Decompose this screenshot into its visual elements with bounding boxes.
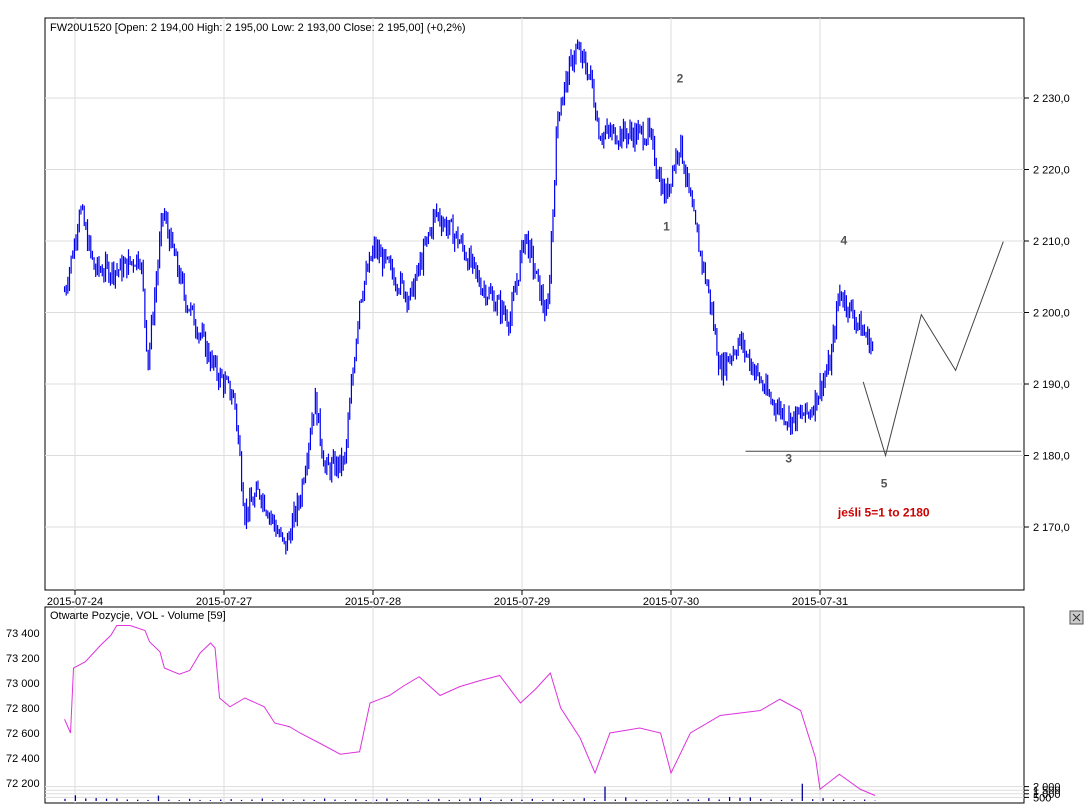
wave-label: 4 xyxy=(840,234,847,248)
y-tick-label: 2 220,0 xyxy=(1033,165,1070,177)
oi-tick-label: 73 400 xyxy=(6,628,40,640)
x-tick-label: 2015-07-31 xyxy=(792,596,848,608)
volume-tick-label: 2 000 xyxy=(1033,782,1061,794)
oi-tick-label: 72 200 xyxy=(6,778,40,790)
y-tick-label: 2 190,0 xyxy=(1033,379,1070,391)
x-tick-label: 2015-07-24 xyxy=(47,596,103,608)
x-tick-label: 2015-07-28 xyxy=(345,596,401,608)
volume-panel xyxy=(44,606,1025,804)
price-title: FW20U1520 [Open: 2 194,00 High: 2 195,00… xyxy=(50,22,466,34)
oi-tick-label: 72 800 xyxy=(6,703,40,715)
wave-label: 2 xyxy=(677,71,684,85)
oi-tick-label: 73 000 xyxy=(6,678,40,690)
wave-label: 5 xyxy=(881,477,888,491)
y-tick-label: 2 180,0 xyxy=(1033,451,1070,463)
oi-tick-label: 72 600 xyxy=(6,728,40,740)
x-tick-label: 2015-07-29 xyxy=(494,596,550,608)
close-panel-button[interactable] xyxy=(1069,610,1084,625)
x-tick-label: 2015-07-27 xyxy=(196,596,252,608)
chart-canvas: 2015-07-24 2015-07-27 2015-07-28 2015-07-29… xyxy=(6,17,1084,804)
price-panel xyxy=(44,17,1025,591)
x-tick-label: 2015-07-30 xyxy=(643,596,699,608)
oi-tick-label: 72 400 xyxy=(6,753,40,765)
annotation-text: jeśli 5=1 to 2180 xyxy=(837,505,930,519)
volume-title: Otwarte Pozycje, VOL - Volume [59] xyxy=(50,610,226,622)
y-tick-label: 2 210,0 xyxy=(1033,236,1070,248)
wave-label: 1 xyxy=(663,219,670,233)
y-tick-label: 2 170,0 xyxy=(1033,522,1070,534)
y-tick-label: 2 230,0 xyxy=(1033,93,1070,105)
wave-label: 3 xyxy=(785,452,792,466)
y-tick-label: 2 200,0 xyxy=(1033,308,1070,320)
oi-tick-label: 73 200 xyxy=(6,653,40,665)
